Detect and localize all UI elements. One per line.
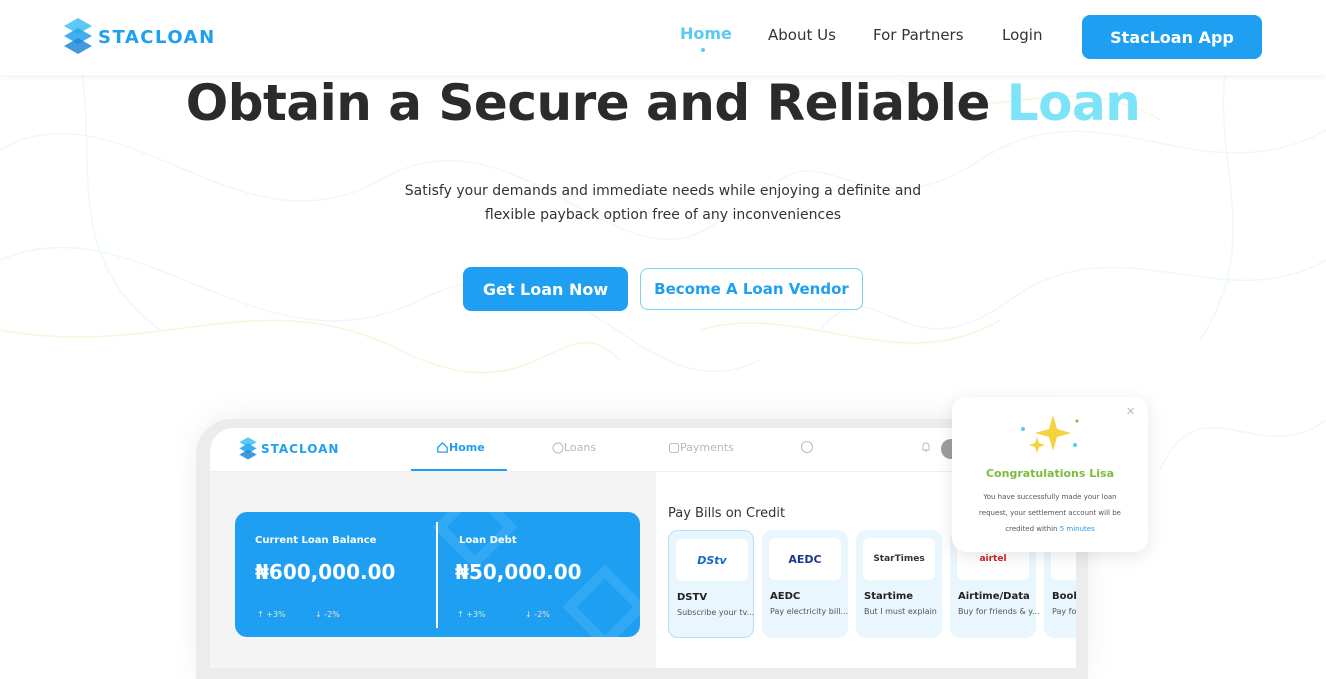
loan-debt-value: ₦50,000.00	[455, 560, 582, 584]
get-loan-now-button[interactable]: Get Loan Now	[463, 267, 628, 311]
bill-name-airtime-data: Airtime/Data	[958, 591, 1030, 602]
dstv-logo: DStv	[676, 539, 748, 581]
nav-link-login[interactable]: Login	[1002, 26, 1042, 44]
current-loan-balance-value: ₦600,000.00	[255, 560, 396, 584]
mockup-navbar: STACLOAN Home Loans Payments	[210, 428, 1076, 472]
mockup-tab-loans-label: Loans	[564, 441, 597, 454]
mockup-left-panel: Current Loan Balance ₦600,000.00 ↑ +3% ↓…	[210, 472, 656, 668]
bill-desc-aedc: Pay electricity bill...	[770, 607, 849, 616]
sparkles-icon	[1021, 415, 1079, 453]
logo-icon	[64, 18, 92, 54]
bill-desc-book: Pay fo	[1052, 607, 1076, 616]
toast-body-text: You have successfully made your loan req…	[979, 493, 1121, 533]
nav-link-partners[interactable]: For Partners	[873, 26, 964, 44]
bill-name-startime: Startime	[864, 591, 914, 602]
toast-highlight: 5 minutes	[1059, 525, 1095, 533]
bill-card-aedc[interactable]: AEDC AEDC Pay electricity bill...	[762, 530, 848, 638]
mockup-tab-loans[interactable]: Loans	[552, 441, 596, 454]
hero-title-main: Obtain a Secure and Reliable	[185, 74, 1007, 132]
debt-decrease-value: -2%	[534, 610, 550, 619]
current-loan-balance-label: Current Loan Balance	[255, 535, 377, 546]
balance-decrease-value: -2%	[324, 610, 340, 619]
aedc-logo: AEDC	[769, 538, 841, 580]
mockup-settings-icon[interactable]	[801, 441, 813, 453]
mockup-brand-logo: STACLOAN	[238, 436, 339, 462]
hero-title: Obtain a Secure and Reliable Loan	[0, 74, 1326, 132]
balance-increase-value: +3%	[266, 610, 286, 619]
loan-summary-card: Current Loan Balance ₦600,000.00 ↑ +3% ↓…	[235, 512, 640, 637]
bill-card-startime[interactable]: StarTimes Startime But I must explain	[856, 530, 942, 638]
bill-desc-airtime-data: Buy for friends & y...	[958, 607, 1040, 616]
bill-name-aedc: AEDC	[770, 591, 801, 602]
bill-card-dstv[interactable]: DStv DSTV Subscribe your tv...	[668, 530, 754, 638]
loans-icon	[552, 442, 564, 453]
congratulations-toast: ✕ Congratulations Lisa You have successf…	[952, 397, 1148, 552]
debt-decrease: ↓ -2%	[525, 610, 550, 619]
nav-link-about[interactable]: About Us	[768, 26, 836, 44]
mockup-tab-underline	[411, 469, 507, 471]
mockup-tab-payments[interactable]: Payments	[668, 441, 734, 454]
brand-name: STACLOAN	[98, 26, 216, 48]
mockup-tab-home-label: Home	[449, 441, 485, 454]
toast-body: You have successfully made your loan req…	[970, 489, 1130, 537]
bill-name-book: Book	[1052, 591, 1076, 602]
card-divider	[436, 522, 438, 628]
bill-name-dstv: DSTV	[677, 592, 708, 603]
payments-icon	[669, 442, 679, 453]
startimes-logo: StarTimes	[863, 538, 935, 580]
hero-title-accent: Loan	[1006, 74, 1141, 132]
hero-subtitle-line-1: Satisfy your demands and immediate needs…	[404, 183, 922, 199]
bill-desc-dstv: Subscribe your tv...	[677, 608, 755, 617]
bill-desc-startime: But I must explain	[864, 607, 937, 616]
debt-increase: ↑ +3%	[457, 610, 486, 619]
bell-icon[interactable]	[920, 441, 932, 453]
debt-increase-value: +3%	[466, 610, 486, 619]
loan-debt-label: Loan Debt	[459, 535, 517, 546]
mockup-tab-payments-label: Payments	[680, 441, 734, 454]
hero-subtitle: Satisfy your demands and immediate needs…	[393, 179, 933, 227]
stacloan-app-button[interactable]: StacLoan App	[1082, 15, 1262, 59]
top-navbar: STACLOAN Home About Us For Partners Logi…	[0, 0, 1326, 75]
mockup-logo-icon	[239, 437, 257, 460]
become-loan-vendor-button[interactable]: Become A Loan Vendor	[640, 268, 863, 310]
mockup-brand-name: STACLOAN	[261, 442, 340, 456]
mockup-tab-home[interactable]: Home	[436, 441, 485, 454]
home-icon	[437, 441, 448, 453]
close-icon[interactable]: ✕	[1126, 405, 1135, 418]
nav-link-home[interactable]: Home	[680, 24, 732, 43]
balance-decrease: ↓ -2%	[315, 610, 340, 619]
toast-title: Congratulations Lisa	[985, 467, 1114, 480]
active-indicator-dot	[701, 48, 705, 52]
device-screen: STACLOAN Home Loans Payments Current Loa…	[210, 428, 1076, 668]
pay-bills-title: Pay Bills on Credit	[668, 506, 786, 521]
hero-subtitle-line-2: flexible payback option free of any inco…	[484, 207, 842, 223]
brand-logo[interactable]: STACLOAN	[62, 16, 216, 58]
balance-increase: ↑ +3%	[257, 610, 286, 619]
